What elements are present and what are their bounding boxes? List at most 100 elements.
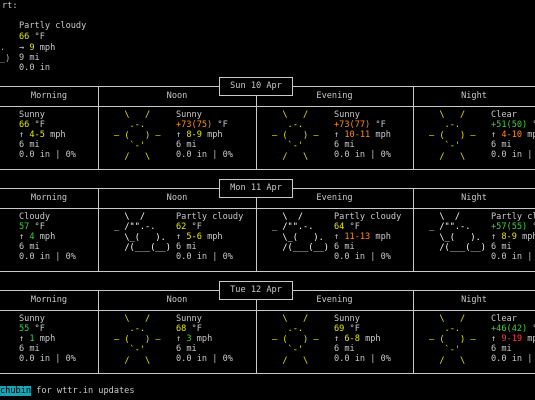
period-header-morning: Morning — [30, 91, 68, 101]
precipitation: 0.0 in | 0% — [176, 354, 233, 364]
wind: ↑ 10-11 mph — [334, 130, 391, 140]
period-header-night: Night — [461, 91, 487, 101]
visibility: 6 mi — [19, 242, 40, 252]
temperature: 68 °F — [176, 324, 202, 334]
wind-arrow-icon: ↑ — [334, 130, 345, 140]
condition-text: Partly cloudy — [334, 212, 402, 222]
temperature: 55 °F — [19, 324, 45, 334]
wind-arrow-icon: ↑ — [19, 232, 30, 242]
precipitation: 0.0 in | 0% — [334, 354, 391, 364]
precipitation: 0.0 in | 0% — [19, 252, 76, 262]
precipitation: 0.0 in | 0% — [491, 252, 533, 262]
day-bottom-rule — [0, 373, 535, 374]
wind-arrow-icon: ↑ — [19, 130, 30, 140]
condition-text: Sunny — [334, 110, 360, 120]
current-weather-icon-line: _) — [0, 54, 11, 64]
condition-text: Sunny — [19, 110, 45, 120]
condition-text: Clear — [491, 110, 517, 120]
visibility: 6 mi — [19, 140, 40, 150]
period-header-noon: Noon — [166, 193, 188, 203]
visibility: 6 mi — [491, 242, 512, 252]
condition-text: Cloudy — [19, 212, 51, 222]
wind: ↑ 4-5 mph — [19, 130, 66, 140]
wind-arrow-icon: ↑ — [334, 334, 345, 344]
temperature: 69 °F — [334, 324, 360, 334]
wind: ↑ 11-13 mph — [334, 232, 391, 242]
current-weather-icon: . — [0, 43, 6, 53]
period-header-evening: Evening — [316, 193, 353, 203]
wind-arrow-icon: ↑ — [176, 232, 187, 242]
visibility: 6 mi — [334, 344, 355, 354]
condition-text: Sunny — [176, 314, 202, 324]
visibility: 6 mi — [176, 344, 197, 354]
current-visibility: 9 mi — [19, 53, 40, 63]
period-header-morning: Morning — [30, 295, 68, 305]
wind: ↑ 8-9 mph — [491, 232, 535, 242]
wind-arrow-icon: ↑ — [491, 334, 502, 344]
precipitation: 0.0 in | 0% — [176, 150, 233, 160]
period-header-night: Night — [461, 295, 487, 305]
wind: ↑ 8-9 mph — [176, 130, 223, 140]
precipitation: 0.0 in | 0% — [491, 150, 533, 160]
wind-arrow-icon: ↑ — [491, 232, 502, 242]
temperature: +46(42) °F — [491, 324, 535, 334]
period-header-night: Night — [461, 193, 487, 203]
day-bottom-rule — [0, 271, 535, 272]
wind-arrow-icon: ↑ — [19, 334, 30, 344]
condition-text: Sunny — [19, 314, 45, 324]
condition-text: Clear — [491, 314, 517, 324]
sunny-icon: \ / .-. ― ( ) ― `-' / \ — [114, 110, 161, 162]
wind: ↑ 9-19 mph — [491, 334, 535, 344]
condition-text: Sunny — [334, 314, 360, 324]
wind: ↑ 5-6 mph — [176, 232, 223, 242]
period-header-noon: Noon — [166, 91, 188, 101]
wind-arrow-icon: ↑ — [176, 334, 187, 344]
clear-icon: \ / .-. ― ( ) ― `-' / \ — [429, 314, 476, 366]
temperature: +57(55) °F — [491, 222, 535, 232]
wind: ↑ 1 mph — [19, 334, 56, 344]
precipitation: 0.0 in | 0% — [19, 150, 76, 160]
footer-text: for wttr.in updates — [31, 386, 135, 396]
temperature: +51(50) °F — [491, 120, 535, 130]
wind: ↑ 4 mph — [19, 232, 56, 242]
wind-arrow-icon: → — [19, 43, 25, 53]
temperature: 66 °F — [19, 120, 45, 130]
sunny-icon: \ / .-. ― ( ) ― `-' / \ — [114, 314, 161, 366]
wind-arrow-icon: ↑ — [176, 130, 187, 140]
current-precipitation: 0.0 in — [19, 63, 51, 73]
location-label: rt: — [2, 1, 18, 11]
wind-arrow-icon: ↑ — [334, 232, 345, 242]
visibility: 6 mi — [334, 242, 355, 252]
visibility: 6 mi — [19, 344, 40, 354]
visibility: 6 mi — [176, 140, 197, 150]
precipitation: 0.0 in | 0% — [19, 354, 76, 364]
temperature: 57 °F — [19, 222, 45, 232]
period-header-morning: Morning — [30, 193, 68, 203]
period-header-noon: Noon — [166, 295, 188, 305]
condition-text: Partly cl — [491, 212, 535, 222]
temperature: +73(75) °F — [176, 120, 228, 130]
wind-arrow-icon: ↑ — [491, 130, 502, 140]
footer: chubin for wttr.in updates — [0, 386, 135, 396]
visibility: 6 mi — [491, 344, 512, 354]
precipitation: 0.0 in | 0% — [334, 252, 391, 262]
temperature: 64 °F — [334, 222, 360, 232]
visibility: 6 mi — [176, 242, 197, 252]
period-header-evening: Evening — [316, 91, 353, 101]
visibility: 6 mi — [491, 140, 512, 150]
temperature: 62 °F — [176, 222, 202, 232]
clear-icon: \ / .-. ― ( ) ― `-' / \ — [429, 110, 476, 162]
precipitation: 0.0 in | 0% — [176, 252, 233, 262]
day-header-rule — [0, 208, 535, 209]
precipitation: 0.0 in | 0% — [334, 150, 391, 160]
precipitation: 0.0 in | 0% — [491, 354, 533, 364]
sunny-icon: \ / .-. ― ( ) ― `-' / \ — [272, 110, 319, 162]
sunny-icon: \ / .-. ― ( ) ― `-' / \ — [272, 314, 319, 366]
current-wind: → 9 mph — [19, 43, 56, 53]
wind: ↑ 4-10 mph — [491, 130, 535, 140]
partly-cloudy-icon: \ / _ /"".-. \_( ). /(___(__) — [429, 212, 486, 254]
footer-handle[interactable]: chubin — [0, 386, 32, 396]
wind: ↑ 6-8 mph — [334, 334, 381, 344]
wind: ↑ 3 mph — [176, 334, 213, 344]
period-header-evening: Evening — [316, 295, 353, 305]
